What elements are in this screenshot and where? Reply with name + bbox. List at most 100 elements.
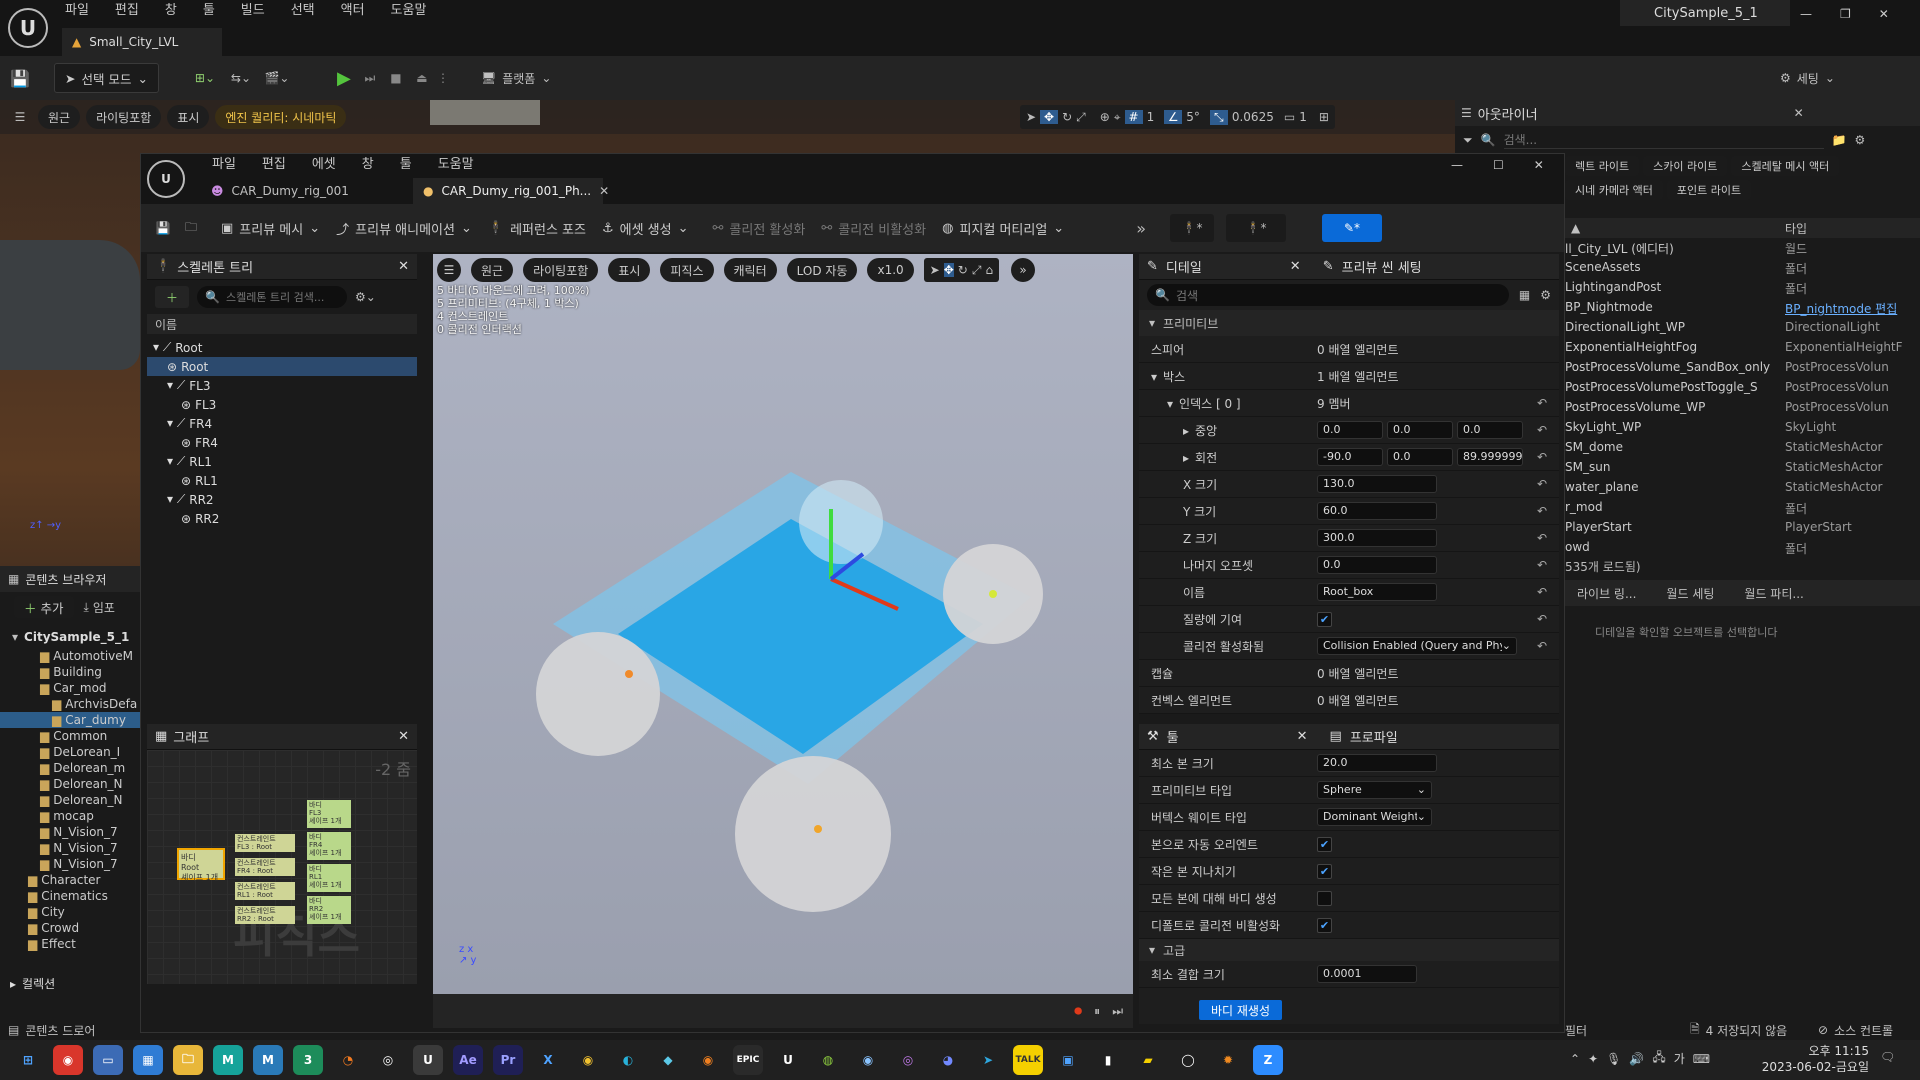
menu-file[interactable]: 파일 [199, 154, 249, 176]
camera-speed-icon[interactable]: ▭ [1284, 110, 1295, 124]
content-folder-item[interactable]: ▆ Cinematics [0, 888, 140, 904]
rect-light-button[interactable]: 렉트 라이트 [1565, 156, 1640, 176]
graph-constraint-node[interactable]: 컨스트레인트 FR4 : Root [235, 858, 295, 876]
content-folder-item[interactable]: ▆ Crowd [0, 920, 140, 936]
skeleton-search-input[interactable]: 🔍 스켈레톤 트리 검색... [197, 286, 347, 308]
source-control-button[interactable]: ⊘ 소스 컨트롤 [1818, 1022, 1893, 1039]
stop-icon[interactable]: ■ [383, 71, 409, 85]
body-row[interactable]: ⊛ Root [147, 357, 417, 376]
vector-component-input[interactable]: 89.999999 [1457, 448, 1523, 466]
tab-world-partition[interactable]: 월드 파티... [1744, 585, 1803, 602]
windows-start-icon[interactable]: ⊞ [13, 1045, 43, 1075]
chevron-down-icon[interactable]: ▾ [1151, 370, 1157, 384]
outliner-row[interactable]: PostProcessVolume_SandBox_only PostProces… [1565, 360, 1920, 380]
graph-body-node[interactable]: 바디 FL3 셰이프 1개 [307, 800, 351, 828]
menu-file[interactable]: 파일 [52, 0, 102, 22]
move-tool-icon[interactable]: ✥ [1040, 110, 1059, 124]
table-view-icon[interactable]: ▦ [1519, 288, 1530, 302]
graph-constraint-node[interactable]: 컨스트레인트 RL1 : Root [235, 882, 295, 900]
microphone-icon[interactable]: 🎙 [1606, 1052, 1621, 1066]
graph-body-node[interactable]: 바디 FR4 셰이프 1개 [307, 832, 351, 860]
menu-build[interactable]: 빌드 [228, 0, 278, 22]
reference-pose-button[interactable]: 🕴 레퍼런스 포즈 [480, 212, 594, 244]
details-title[interactable]: 디테일 [1166, 257, 1202, 276]
content-folder-item[interactable]: ▆ Car_mod [0, 680, 140, 696]
file-explorer-icon[interactable]: 🗀 [173, 1045, 203, 1075]
world-space-icon[interactable]: ⊕ [1100, 110, 1110, 124]
select-mode-button[interactable]: ➤ 선택 모드 ⌄ [54, 63, 159, 93]
app-icon[interactable]: ◆ [653, 1045, 683, 1075]
vector-component-input[interactable]: 0.0 [1317, 421, 1383, 439]
hamburger-icon[interactable]: ☰ [10, 110, 30, 124]
chevron-right-icon[interactable]: ▸ [1183, 424, 1189, 438]
close-icon[interactable]: ✕ [398, 729, 409, 744]
add-button[interactable]: ＋ 추가 [14, 596, 74, 618]
content-folder-item[interactable]: ▆ DeLorean_I [0, 744, 140, 760]
point-light-button[interactable]: 포인트 라이트 [1666, 180, 1752, 200]
chevron-right-icon[interactable]: ▸ [1183, 451, 1189, 465]
save-icon[interactable]: 💾 [0, 69, 40, 88]
content-folder-item[interactable]: ▆ Car_dumy [0, 712, 140, 728]
lit-button[interactable]: 라이팅포함 [86, 105, 162, 129]
blueprint-icon[interactable]: ⇆⌄ [223, 71, 259, 85]
physical-material-button[interactable]: ◍ 피지컬 머티리얼 ⌄ [934, 212, 1072, 244]
number-input[interactable]: 60.0 [1317, 502, 1437, 520]
vector-component-input[interactable]: 0.0 [1387, 448, 1453, 466]
bone-row[interactable]: ▾ ⟋ Root [147, 338, 417, 357]
checkbox[interactable]: ✔ [1317, 836, 1332, 852]
content-folder-item[interactable]: ▆ Effect [0, 936, 140, 952]
outliner-row[interactable]: LightingandPost 폴더 [1565, 280, 1920, 300]
outliner-row[interactable]: BP_Nightmode BP_nightmode 편집 [1565, 300, 1920, 320]
engine-quality-badge[interactable]: 엔진 퀄리티: 시네마틱 [215, 105, 347, 129]
show-button[interactable]: 표시 [167, 105, 210, 129]
app-icon[interactable]: ◯ [1173, 1045, 1203, 1075]
reset-icon[interactable]: ↶ [1537, 531, 1547, 545]
content-folder-item[interactable]: ▆ City [0, 904, 140, 920]
close-icon[interactable]: ✕ [1534, 158, 1544, 172]
volume-icon[interactable]: 🔊 [1629, 1052, 1644, 1066]
content-folder-item[interactable]: ▆ Common [0, 728, 140, 744]
settings-button[interactable]: ⚙ 세팅 ⌄ [1780, 70, 1835, 87]
telegram-icon[interactable]: ➤ [973, 1045, 1003, 1075]
graph-body-node[interactable]: 바디 RL1 셰이프 1개 [307, 864, 351, 892]
play-icon[interactable]: ▶ [331, 68, 357, 89]
menu-edit[interactable]: 편집 [102, 0, 152, 22]
tab-profile[interactable]: 프로파일 [1350, 727, 1398, 746]
app-icon[interactable]: ◍ [813, 1045, 843, 1075]
unsaved-button[interactable]: 🗎 4 저장되지 않음 [1690, 1020, 1787, 1041]
rotate-tool-icon[interactable]: ↻ [1062, 110, 1072, 124]
chevron-down-icon[interactable]: ▾ [1167, 397, 1173, 411]
tools-title[interactable]: 툴 [1167, 727, 1179, 746]
keyboard-icon[interactable]: ⌨ [1693, 1052, 1710, 1066]
outliner-row[interactable]: SM_dome StaticMeshActor [1565, 440, 1920, 460]
graph-canvas[interactable]: -2 줌 피직스 바디 Root 셰이프 1개 컨스트레인트 FL3 : Root… [147, 750, 417, 984]
physics-viewport[interactable]: ☰ 원근 라이팅포함 표시 피직스 캐릭터 LOD 자동 x1.0 ➤ ✥ ↻ … [433, 254, 1133, 994]
tab-preview-scene[interactable]: 프리뷰 씬 세팅 [1342, 257, 1422, 276]
content-folder-item[interactable]: ▆ N_Vision_7 [0, 856, 140, 872]
outliner-row[interactable]: PostProcessVolumePostToggle_S PostProcess… [1565, 380, 1920, 400]
skeleton-mode-icon[interactable]: 🕴* [1170, 214, 1214, 242]
perspective-button[interactable]: 원근 [38, 105, 81, 129]
outliner-row[interactable]: PlayerStart PlayerStart [1565, 520, 1920, 540]
bone-row[interactable]: ▾ ⟋ FL3 [147, 376, 417, 395]
tab-skeletal-mesh[interactable]: ☻ CAR_Dumy_rig_001 [211, 178, 411, 204]
reset-icon[interactable]: ↶ [1537, 585, 1547, 599]
unreal-logo-icon[interactable]: U [147, 160, 185, 198]
browse-icon[interactable]: 🗀 [177, 218, 205, 239]
content-folder-item[interactable]: ▆ Delorean_m [0, 760, 140, 776]
kakaotalk-icon[interactable]: TALK [1013, 1045, 1043, 1075]
close-icon[interactable]: ✕ [398, 259, 409, 274]
number-input[interactable]: 300.0 [1317, 529, 1437, 547]
mesh-mode-icon[interactable]: 🕴* [1226, 214, 1286, 242]
reset-icon[interactable]: ↶ [1537, 450, 1547, 464]
angle-snap-icon[interactable]: ∠ [1164, 110, 1183, 124]
epic-games-icon[interactable]: EPIC [733, 1045, 763, 1075]
app-icon[interactable]: ◎ [893, 1045, 923, 1075]
outliner-row[interactable]: water_plane StaticMeshActor [1565, 480, 1920, 500]
unreal-icon[interactable]: U [773, 1045, 803, 1075]
menu-help[interactable]: 도움말 [425, 154, 487, 176]
reset-icon[interactable]: ↶ [1537, 423, 1547, 437]
close-icon[interactable]: ✕ [1794, 106, 1804, 120]
vector-component-input[interactable]: 0.0 [1457, 421, 1523, 439]
preview-animation-button[interactable]: ⤴ 프리뷰 애니메이션 ⌄ [328, 212, 480, 244]
